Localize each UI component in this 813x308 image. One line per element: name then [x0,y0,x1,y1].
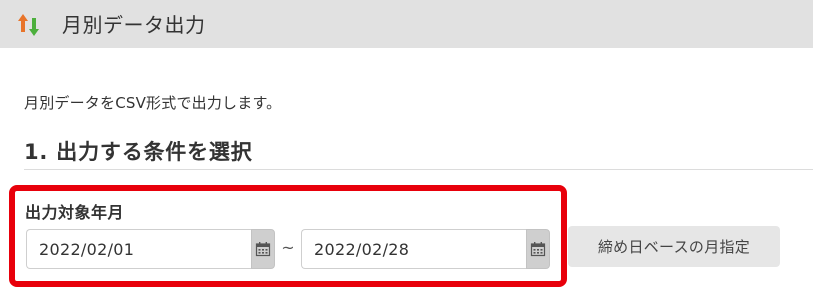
calendar-icon [255,242,271,257]
start-date-picker [26,229,275,269]
calendar-icon [530,242,546,257]
section-divider [24,169,813,170]
start-date-calendar-button[interactable] [251,229,275,269]
section-heading: 1. 出力する条件を選択 [24,140,253,164]
page-title: 月別データ出力 [62,13,206,37]
date-range-separator: ~ [281,238,295,257]
target-period-label: 出力対象年月 [25,203,125,222]
closing-day-month-button[interactable]: 締め日ベースの月指定 [568,226,780,267]
end-date-picker [301,229,550,269]
page-description: 月別データをCSV形式で出力します。 [24,94,282,112]
end-date-calendar-button[interactable] [526,229,550,269]
start-date-input[interactable] [26,229,251,269]
end-date-input[interactable] [301,229,526,269]
page-header: 月別データ出力 [0,0,813,48]
sort-arrows-icon [18,14,39,36]
